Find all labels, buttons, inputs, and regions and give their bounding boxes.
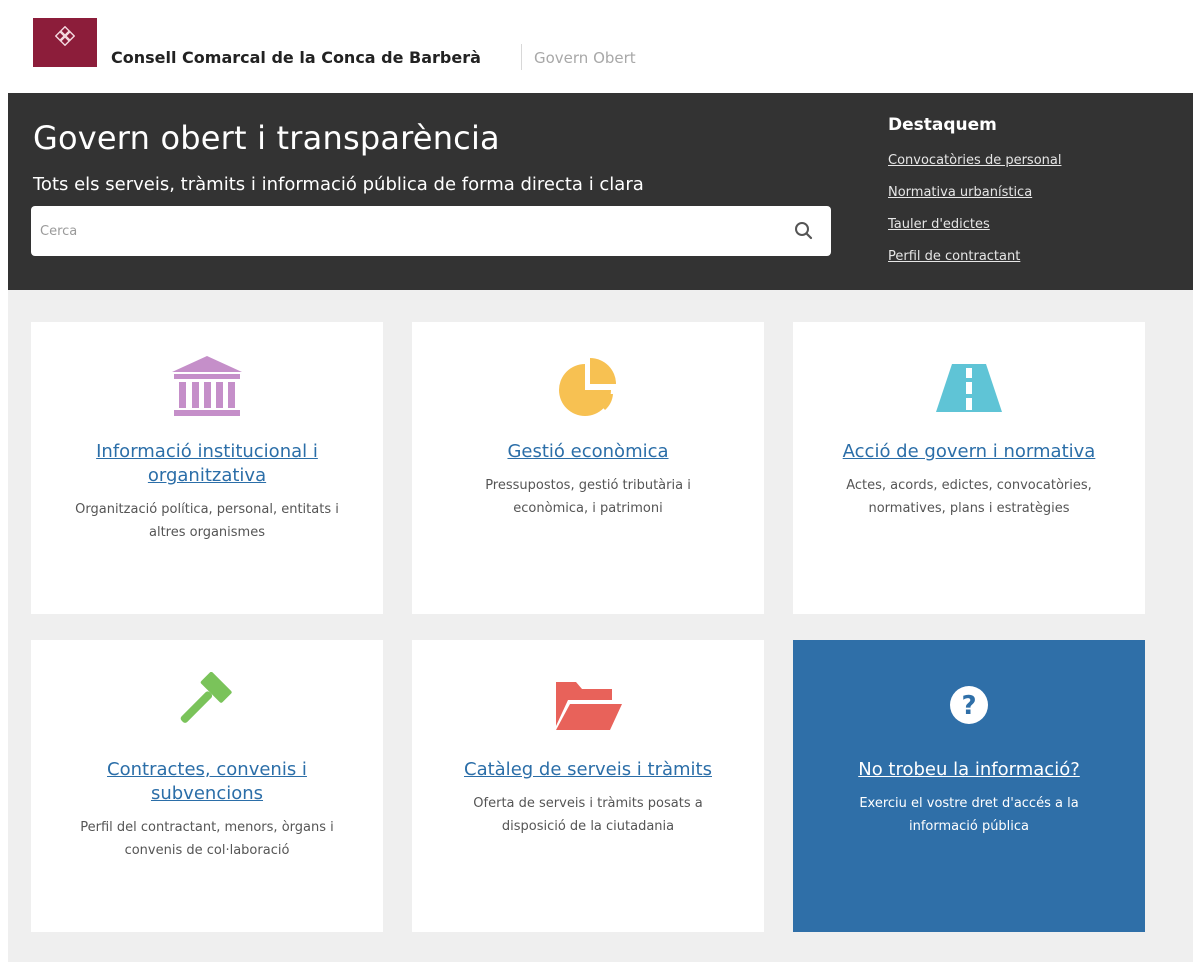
card-economic-management[interactable]: Gestió econòmica Pressupostos, gestió tr… (412, 322, 764, 614)
card-government-action[interactable]: Acció de govern i normativa Actes, acord… (793, 322, 1145, 614)
organization-logo[interactable] (33, 18, 97, 67)
card-title[interactable]: Informació institucional i organitzativa (61, 440, 353, 488)
card-title[interactable]: Catàleg de serveis i tràmits (442, 758, 734, 782)
emblem-icon (55, 26, 75, 46)
card-title[interactable]: No trobeu la informació? (823, 758, 1115, 782)
search-button[interactable] (791, 218, 817, 244)
search-input[interactable] (31, 206, 780, 256)
road-icon (936, 364, 1002, 412)
institution-building-icon (172, 356, 242, 416)
card-description: Exerciu el vostre dret d'accés a la info… (859, 796, 1079, 834)
search-box (31, 206, 831, 256)
highlights-panel: Destaquem Convocatòries de personal Norm… (888, 115, 1061, 273)
main-content: Informació institucional i organitzativa… (8, 290, 1193, 962)
card-contracts[interactable]: Contractes, convenis i subvencions Perfi… (31, 640, 383, 932)
search-icon (795, 222, 813, 240)
card-title[interactable]: Gestió econòmica (442, 440, 734, 464)
highlight-link-perfil[interactable]: Perfil de contractant (888, 241, 1061, 273)
card-description: Pressupostos, gestió tributària i econòm… (485, 478, 691, 516)
card-services-catalog[interactable]: Catàleg de serveis i tràmits Oferta de s… (412, 640, 764, 932)
svg-text:?: ? (961, 691, 976, 721)
header-divider (521, 44, 522, 70)
card-title[interactable]: Acció de govern i normativa (823, 440, 1115, 464)
site-header: Consell Comarcal de la Conca de Barberà … (0, 0, 1193, 93)
card-institutional-info[interactable]: Informació institucional i organitzativa… (31, 322, 383, 614)
page-title: Govern obert i transparència (33, 119, 500, 157)
highlight-link-tauler[interactable]: Tauler d'edictes (888, 209, 1061, 241)
card-title[interactable]: Contractes, convenis i subvencions (61, 758, 353, 806)
portal-name[interactable]: Govern Obert (534, 49, 636, 67)
card-description: Organització política, personal, entitat… (75, 502, 339, 540)
card-description: Perfil del contractant, menors, òrgans i… (80, 820, 334, 858)
highlight-link-convocatories[interactable]: Convocatòries de personal (888, 145, 1061, 177)
folder-open-icon (556, 682, 622, 730)
card-description: Actes, acords, edictes, convocatòries, n… (846, 478, 1092, 516)
gavel-icon (180, 672, 232, 723)
card-info-request[interactable]: ? No trobeu la informació? Exerciu el vo… (793, 640, 1145, 932)
pie-chart-icon (559, 358, 616, 416)
highlight-link-normativa[interactable]: Normativa urbanística (888, 177, 1061, 209)
question-circle-icon: ? (950, 686, 988, 724)
organization-name[interactable]: Consell Comarcal de la Conca de Barberà (111, 48, 481, 67)
card-description: Oferta de serveis i tràmits posats a dis… (473, 796, 703, 834)
hero-banner: Govern obert i transparència Tots els se… (8, 93, 1193, 290)
highlights-heading: Destaquem (888, 115, 997, 135)
page-subtitle: Tots els serveis, tràmits i informació p… (33, 174, 644, 195)
